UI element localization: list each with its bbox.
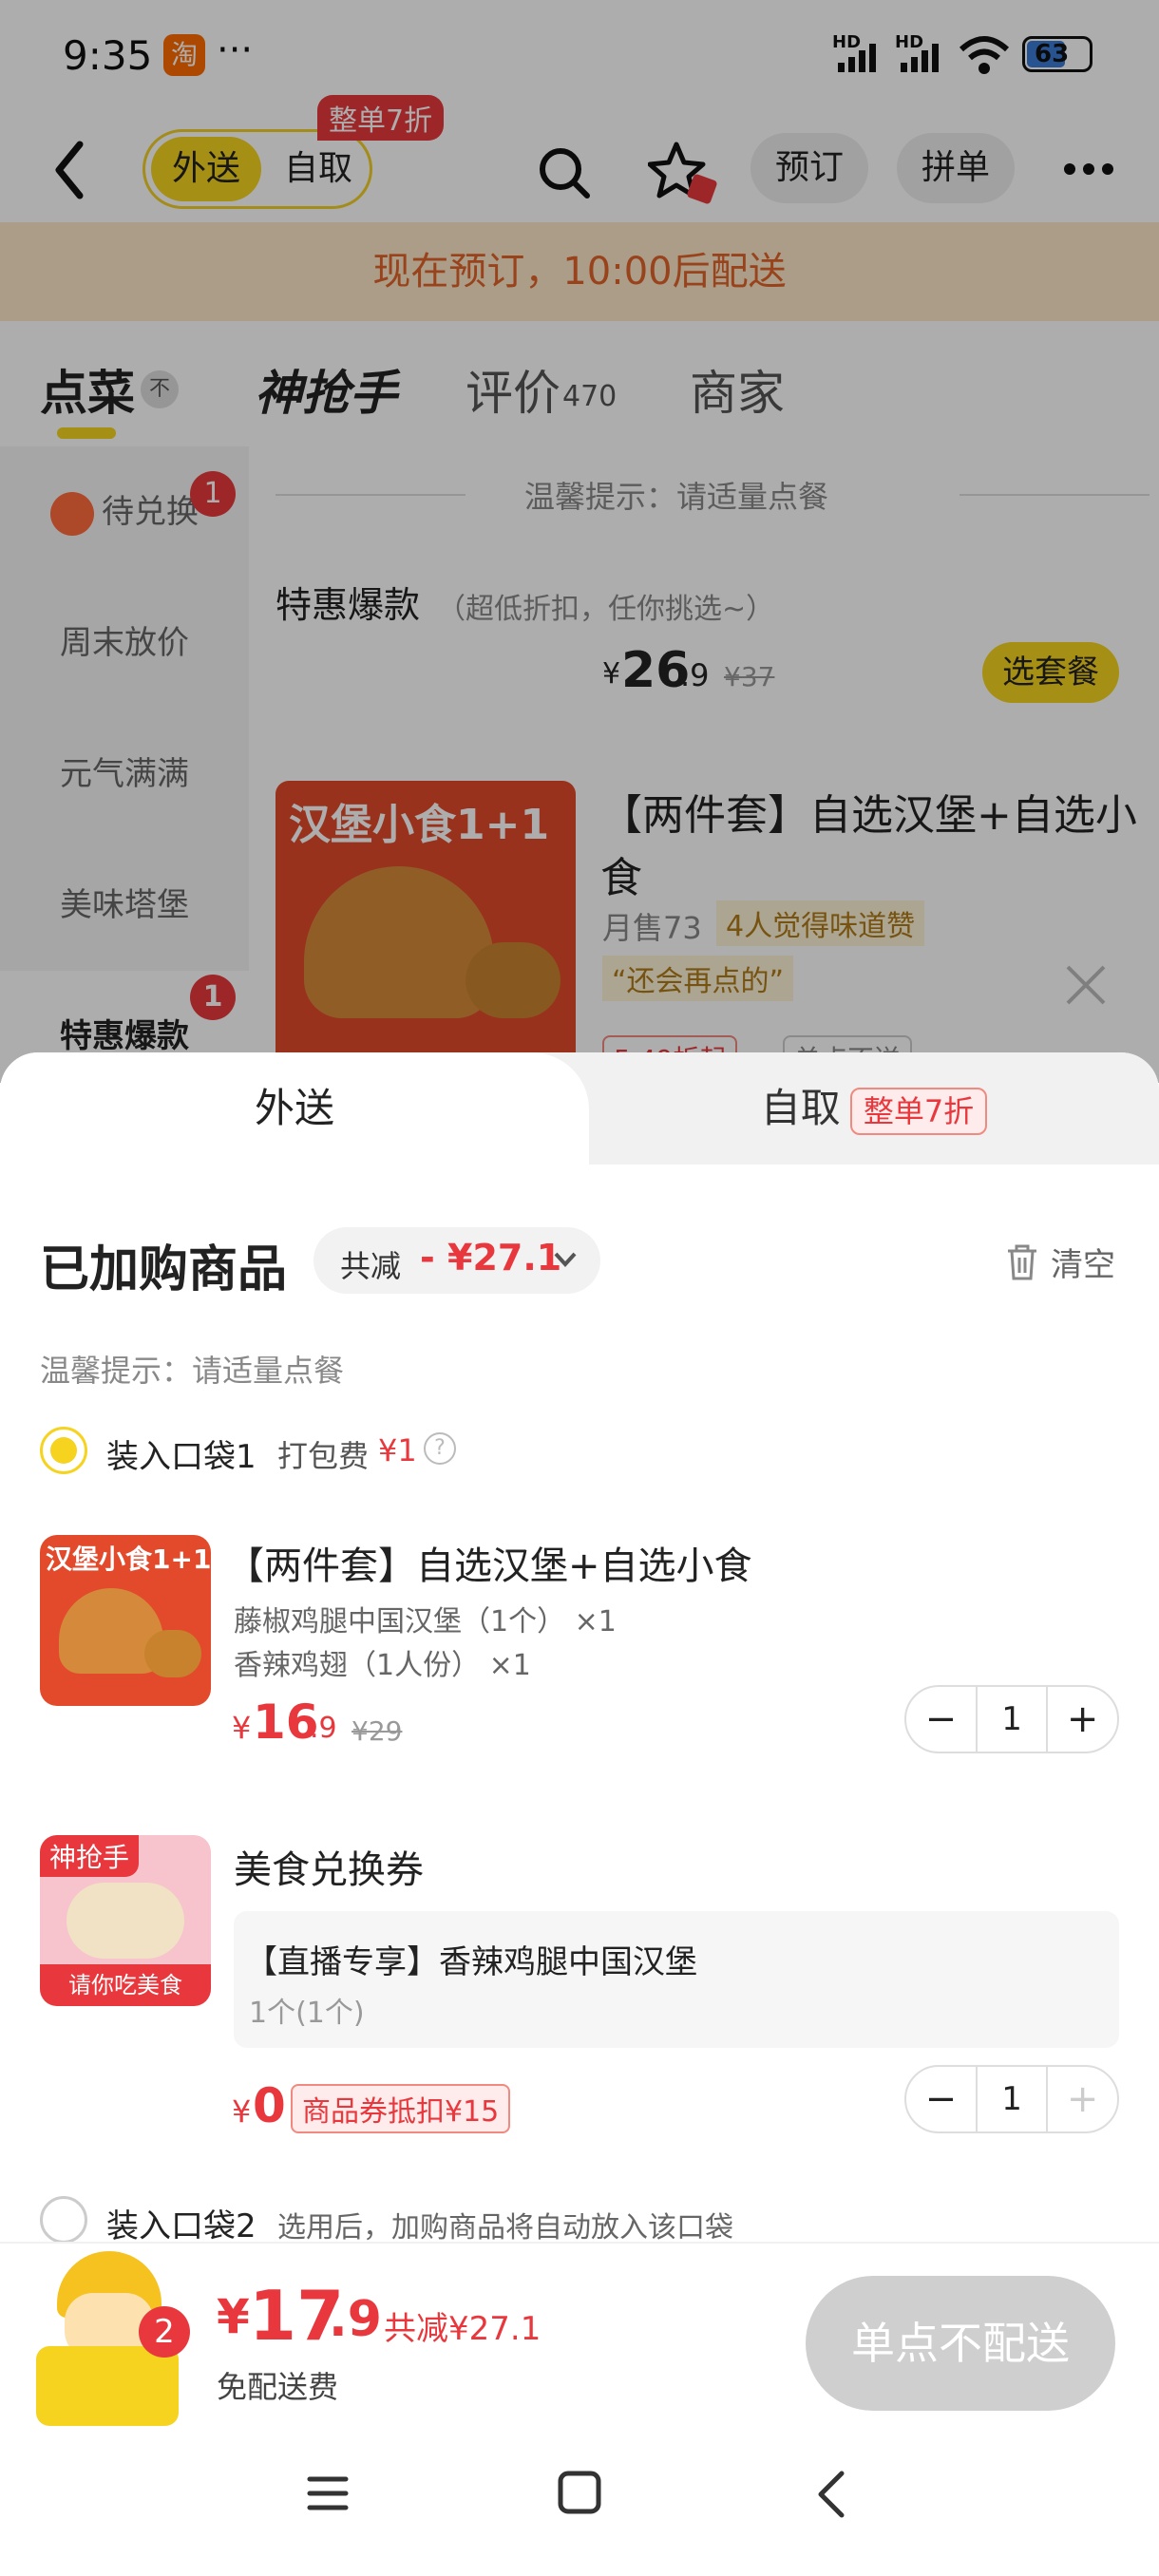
trash-icon (1008, 1244, 1036, 1280)
packing-fee-label: 打包费 (277, 1438, 370, 1474)
sheet-tip: 温馨提示：请适量点餐 (40, 1353, 345, 1389)
packing-fee: ¥1 (378, 1432, 417, 1468)
cart-item2-stepper: − 1 + (904, 2065, 1119, 2133)
cart-item1-title: 【两件套】自选汉堡+自选小食 (226, 1544, 752, 1588)
bag1-label: 装入口袋1 (106, 1438, 256, 1476)
sheet-tab-delivery[interactable]: 外送 (0, 1052, 589, 1165)
bag1-radio[interactable] (40, 1427, 87, 1474)
checkout-button[interactable]: 单点不配送 (806, 2276, 1115, 2411)
decrease-button[interactable]: − (906, 2067, 976, 2131)
cart-item1-stepper: − 1 + (904, 1685, 1119, 1753)
pickup-promo-tag: 整单7折 (849, 1087, 988, 1135)
cart-item1-option2: 香辣鸡翅（1人份） ×1 (234, 1649, 531, 1682)
cart-item1-price-original: ¥29 (352, 1715, 403, 1747)
back-nav-icon[interactable] (813, 2470, 847, 2519)
sheet-tabbar: 外送 自取 整单7折 (0, 1052, 1159, 1165)
cart-count-badge: 2 (139, 2306, 190, 2358)
cart-item1-image[interactable]: 汉堡小食1+1 (40, 1535, 211, 1706)
voucher-detail: 【直播专享】香辣鸡腿中国汉堡 1个(1个) (234, 1911, 1119, 2048)
discount-total: - ¥27.1 (420, 1237, 562, 1279)
menu-icon[interactable] (306, 2472, 350, 2515)
cart-item2-image[interactable]: 神抢手 请你吃美食 (40, 1835, 211, 2006)
coupon-deduction-tag: 商品券抵扣¥15 (291, 2084, 511, 2133)
help-icon[interactable]: ? (424, 1432, 456, 1465)
quantity-value[interactable]: 1 (975, 2067, 1049, 2131)
cart-item1-option1: 藤椒鸡腿中国汉堡（1个） ×1 (234, 1605, 617, 1638)
bag2-radio[interactable] (40, 2196, 87, 2244)
bag2-hint: 选用后，加购商品将自动放入该口袋 (277, 2211, 733, 2245)
bag2-label: 装入口袋2 (106, 2207, 256, 2245)
discount-summary[interactable]: 共减 - ¥27.1 (314, 1227, 600, 1294)
home-icon[interactable] (557, 2470, 602, 2515)
added-items-title: 已加购商品 (40, 1241, 288, 1298)
cart-total-dec: .9 (329, 2291, 382, 2348)
checkout-bar: 2 ¥ 17 .9 共减¥27.1 免配送费 单点不配送 (0, 2242, 1159, 2432)
quantity-value[interactable]: 1 (975, 1687, 1049, 1752)
cart-item2-title: 美食兑换券 (234, 1848, 424, 1892)
voucher-detail-qty: 1个(1个) (249, 1997, 365, 2030)
decrease-button[interactable]: − (906, 1687, 976, 1752)
increase-button-disabled: + (1066, 2077, 1099, 2121)
free-delivery-label: 免配送费 (217, 2369, 339, 2405)
cart-item2-price: 0 (253, 2078, 286, 2133)
system-navigation-bar (0, 2432, 1159, 2576)
cart-item1-price-dec: .9 (310, 1712, 337, 1745)
sheet-tab-pickup[interactable]: 自取 整单7折 (589, 1052, 1159, 1165)
modal-overlay[interactable] (0, 0, 1159, 1083)
chevron-down-icon (554, 1252, 577, 1267)
cart-saved: 共减¥27.1 (384, 2310, 542, 2348)
voucher-detail-title: 【直播专享】香辣鸡腿中国汉堡 (245, 1943, 697, 1981)
increase-button[interactable]: + (1048, 1687, 1117, 1752)
